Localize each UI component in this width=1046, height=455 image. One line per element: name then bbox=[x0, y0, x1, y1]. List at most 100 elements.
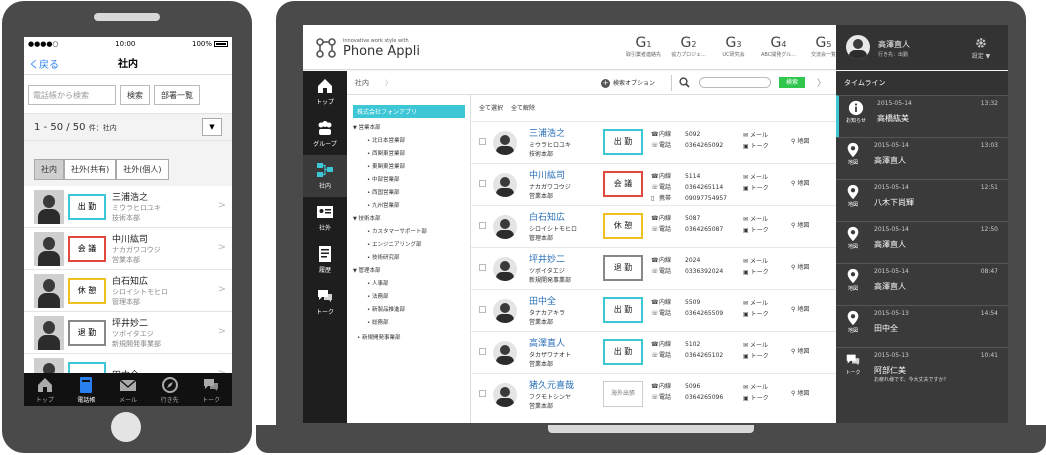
tab-1[interactable]: 社外(共有) bbox=[64, 159, 117, 180]
group-nav-item-3[interactable]: G4 ABC開発グル... bbox=[756, 35, 801, 58]
tel-line[interactable]: ☏電話 0364265096 bbox=[651, 392, 723, 403]
talk-button[interactable]: ▣ トーク bbox=[743, 141, 769, 152]
tab-0[interactable]: 社内 bbox=[34, 159, 64, 180]
tab-2[interactable]: 社外(個人) bbox=[116, 159, 169, 180]
deselect-all-link[interactable]: 全て解除 bbox=[511, 105, 535, 112]
row-checkbox[interactable] bbox=[479, 264, 486, 271]
user-avatar[interactable] bbox=[846, 35, 870, 59]
table-row[interactable]: 坪井妙二 ツボイタエジ 新規開発事業部 退 勤 ☎内線 2024 ☏電話 0336392024… bbox=[471, 247, 836, 289]
list-item[interactable]: 休 憩白石知広 シロイシトモヒロ 管理本部 > bbox=[24, 270, 232, 312]
tree-node[interactable]: 九州営業部 bbox=[353, 201, 464, 209]
list-item[interactable]: 出 勤三浦浩之 ミウラヒロユキ 技術本部 > bbox=[24, 186, 232, 228]
contact-name-link[interactable]: 中川紘司 bbox=[529, 168, 565, 181]
table-row[interactable]: 三浦浩之 ミウラヒロユキ 技術本部 出 勤 ☎内線 5092 ☏電話 0364265092 ✉ … bbox=[471, 121, 836, 163]
tabbar-item-3[interactable]: 行き先 bbox=[149, 373, 191, 406]
map-button[interactable]: ⚲ 地図 bbox=[791, 220, 809, 229]
tabbar-item-1[interactable]: 電話帳 bbox=[66, 373, 108, 406]
app-logo[interactable]: innovative work style with Phone Appli bbox=[315, 37, 420, 59]
tree-node[interactable]: 北日本営業部 bbox=[353, 136, 464, 144]
ext-line[interactable]: ☎内線 5509 bbox=[651, 297, 723, 308]
talk-button[interactable]: ▣ トーク bbox=[743, 267, 769, 278]
tree-root[interactable]: 株式会社フォンアプリ bbox=[353, 105, 465, 118]
row-checkbox[interactable] bbox=[479, 138, 486, 145]
tree-node[interactable]: 西関東営業部 bbox=[353, 149, 464, 157]
tree-node[interactable]: 新製品推進部 bbox=[353, 305, 464, 313]
group-nav-item-2[interactable]: G3 UC研究会 bbox=[711, 35, 756, 58]
list-item[interactable]: 会 議中川紘司 ナカガワコウジ 営業本部 > bbox=[24, 228, 232, 270]
tree-node[interactable]: 東関東営業部 bbox=[353, 162, 464, 170]
tree-node[interactable]: 法務部 bbox=[353, 292, 464, 300]
contact-name-link[interactable]: 坪井妙二 bbox=[529, 252, 565, 265]
group-nav-item-1[interactable]: G2 協力プロジェ... bbox=[666, 35, 711, 58]
sidebar-item-4[interactable]: 履歴 bbox=[303, 239, 347, 281]
sidebar-item-5[interactable]: トーク bbox=[303, 281, 347, 323]
avatar[interactable] bbox=[493, 215, 517, 239]
search-button[interactable]: 検索 bbox=[779, 77, 805, 88]
map-button[interactable]: ⚲ 地図 bbox=[791, 304, 809, 313]
row-checkbox[interactable] bbox=[479, 222, 486, 229]
talk-button[interactable]: ▣ トーク bbox=[743, 183, 769, 194]
tree-node[interactable]: エンジニアリング部 bbox=[353, 240, 464, 248]
search-button[interactable]: 検索 bbox=[120, 85, 150, 105]
avatar[interactable] bbox=[493, 341, 517, 365]
timeline-item[interactable]: 地図 2015-05-14 12:50 高澤直人 bbox=[836, 221, 1008, 263]
row-checkbox[interactable] bbox=[479, 180, 486, 187]
tabbar-item-0[interactable]: トップ bbox=[24, 373, 66, 406]
select-all-link[interactable]: 全て選択 bbox=[479, 105, 503, 112]
mail-button[interactable]: ✉ メール bbox=[743, 214, 769, 225]
sidebar-item-3[interactable]: 社外 bbox=[303, 197, 347, 239]
settings-button[interactable]: 設定 ▼ bbox=[966, 37, 996, 60]
timeline-item[interactable]: トーク 2015-05-13 10:41 阿部仁美 お疲れ様です。今大丈夫ですか？ bbox=[836, 347, 1008, 389]
tree-node[interactable]: 営業本部 bbox=[353, 123, 464, 131]
timeline-item[interactable]: 地図 2015-05-14 13:03 高澤直人 bbox=[836, 137, 1008, 179]
tree-node[interactable]: 技術研究部 bbox=[353, 253, 464, 261]
group-nav-item-0[interactable]: G1 取引業者連絡先 bbox=[621, 35, 666, 58]
map-button[interactable]: ⚲ 地図 bbox=[791, 346, 809, 355]
mail-button[interactable]: ✉ メール bbox=[743, 172, 769, 183]
tree-node[interactable]: 新規開発事業部 bbox=[353, 333, 464, 341]
contact-name-link[interactable]: 田中全 bbox=[529, 294, 556, 307]
sort-dropdown[interactable]: ▼ bbox=[202, 118, 222, 136]
map-button[interactable]: ⚲ 地図 bbox=[791, 178, 809, 187]
mail-button[interactable]: ✉ メール bbox=[743, 130, 769, 141]
tel-line[interactable]: ☏電話 0364265087 bbox=[651, 224, 723, 235]
tabbar-item-4[interactable]: トーク bbox=[190, 373, 232, 406]
mobile-line[interactable]: ▯ 携帯 09097754957 bbox=[651, 193, 727, 204]
tel-line[interactable]: ☏電話 0336392024 bbox=[651, 266, 723, 277]
tel-line[interactable]: ☏電話 0364265509 bbox=[651, 308, 723, 319]
ext-line[interactable]: ☎内線 5102 bbox=[651, 339, 723, 350]
ext-line[interactable]: ☎内線 5114 bbox=[651, 171, 727, 182]
list-item[interactable]: 退 勤坪井妙二 ツボイタエジ 新規開発事業部 > bbox=[24, 312, 232, 354]
tree-node[interactable]: 管理本部 bbox=[353, 266, 464, 274]
collapse-arrow-icon[interactable]: 〉 bbox=[817, 76, 826, 89]
ext-line[interactable]: ☎内線 2024 bbox=[651, 255, 723, 266]
avatar[interactable] bbox=[493, 299, 517, 323]
search-input[interactable]: 電話帳から検索 bbox=[28, 85, 116, 105]
mail-button[interactable]: ✉ メール bbox=[743, 340, 769, 351]
ext-line[interactable]: ☎内線 5087 bbox=[651, 213, 723, 224]
mail-button[interactable]: ✉ メール bbox=[743, 382, 769, 393]
tel-line[interactable]: ☏電話 0364265092 bbox=[651, 140, 723, 151]
sidebar-item-1[interactable]: グループ bbox=[303, 113, 347, 155]
avatar[interactable] bbox=[493, 257, 517, 281]
sidebar-item-2[interactable]: 社内 bbox=[303, 155, 347, 197]
tel-line[interactable]: ☏電話 0364265102 bbox=[651, 350, 723, 361]
avatar[interactable] bbox=[493, 173, 517, 197]
table-row[interactable]: 中川紘司 ナカガワコウジ 営業本部 会 議 ☎内線 5114 ☏電話 0364265114 ▯ 携… bbox=[471, 163, 836, 205]
mail-button[interactable]: ✉ メール bbox=[743, 256, 769, 267]
map-button[interactable]: ⚲ 地図 bbox=[791, 262, 809, 271]
sidebar-item-0[interactable]: トップ bbox=[303, 71, 347, 113]
table-row[interactable]: 田中全 タナカアキラ 営業本部 出 勤 ☎内線 5509 ☏電話 0364265509 ✉ メー… bbox=[471, 289, 836, 331]
ext-line[interactable]: ☎内線 5092 bbox=[651, 129, 723, 140]
table-row[interactable]: 猪久元喜哉 フクモトシンヤ 営業本部 海外出張 ☎内線 5096 ☏電話 0364265096… bbox=[471, 373, 836, 415]
map-button[interactable]: ⚲ 地図 bbox=[791, 136, 809, 145]
tree-node[interactable]: 技術本部 bbox=[353, 214, 464, 222]
row-checkbox[interactable] bbox=[479, 306, 486, 313]
talk-button[interactable]: ▣ トーク bbox=[743, 393, 769, 404]
tree-node[interactable]: カスタマーサポート部 bbox=[353, 227, 464, 235]
timeline-item[interactable]: 地図 2015-05-14 08:47 高澤直人 bbox=[836, 263, 1008, 305]
timeline-item[interactable]: お知らせ 2015-05-14 13:32 高橋紘美 bbox=[836, 95, 1008, 137]
talk-button[interactable]: ▣ トーク bbox=[743, 225, 769, 236]
timeline-item[interactable]: 地図 2015-05-14 12:51 八木下尚輝 bbox=[836, 179, 1008, 221]
search-input[interactable] bbox=[699, 77, 771, 88]
